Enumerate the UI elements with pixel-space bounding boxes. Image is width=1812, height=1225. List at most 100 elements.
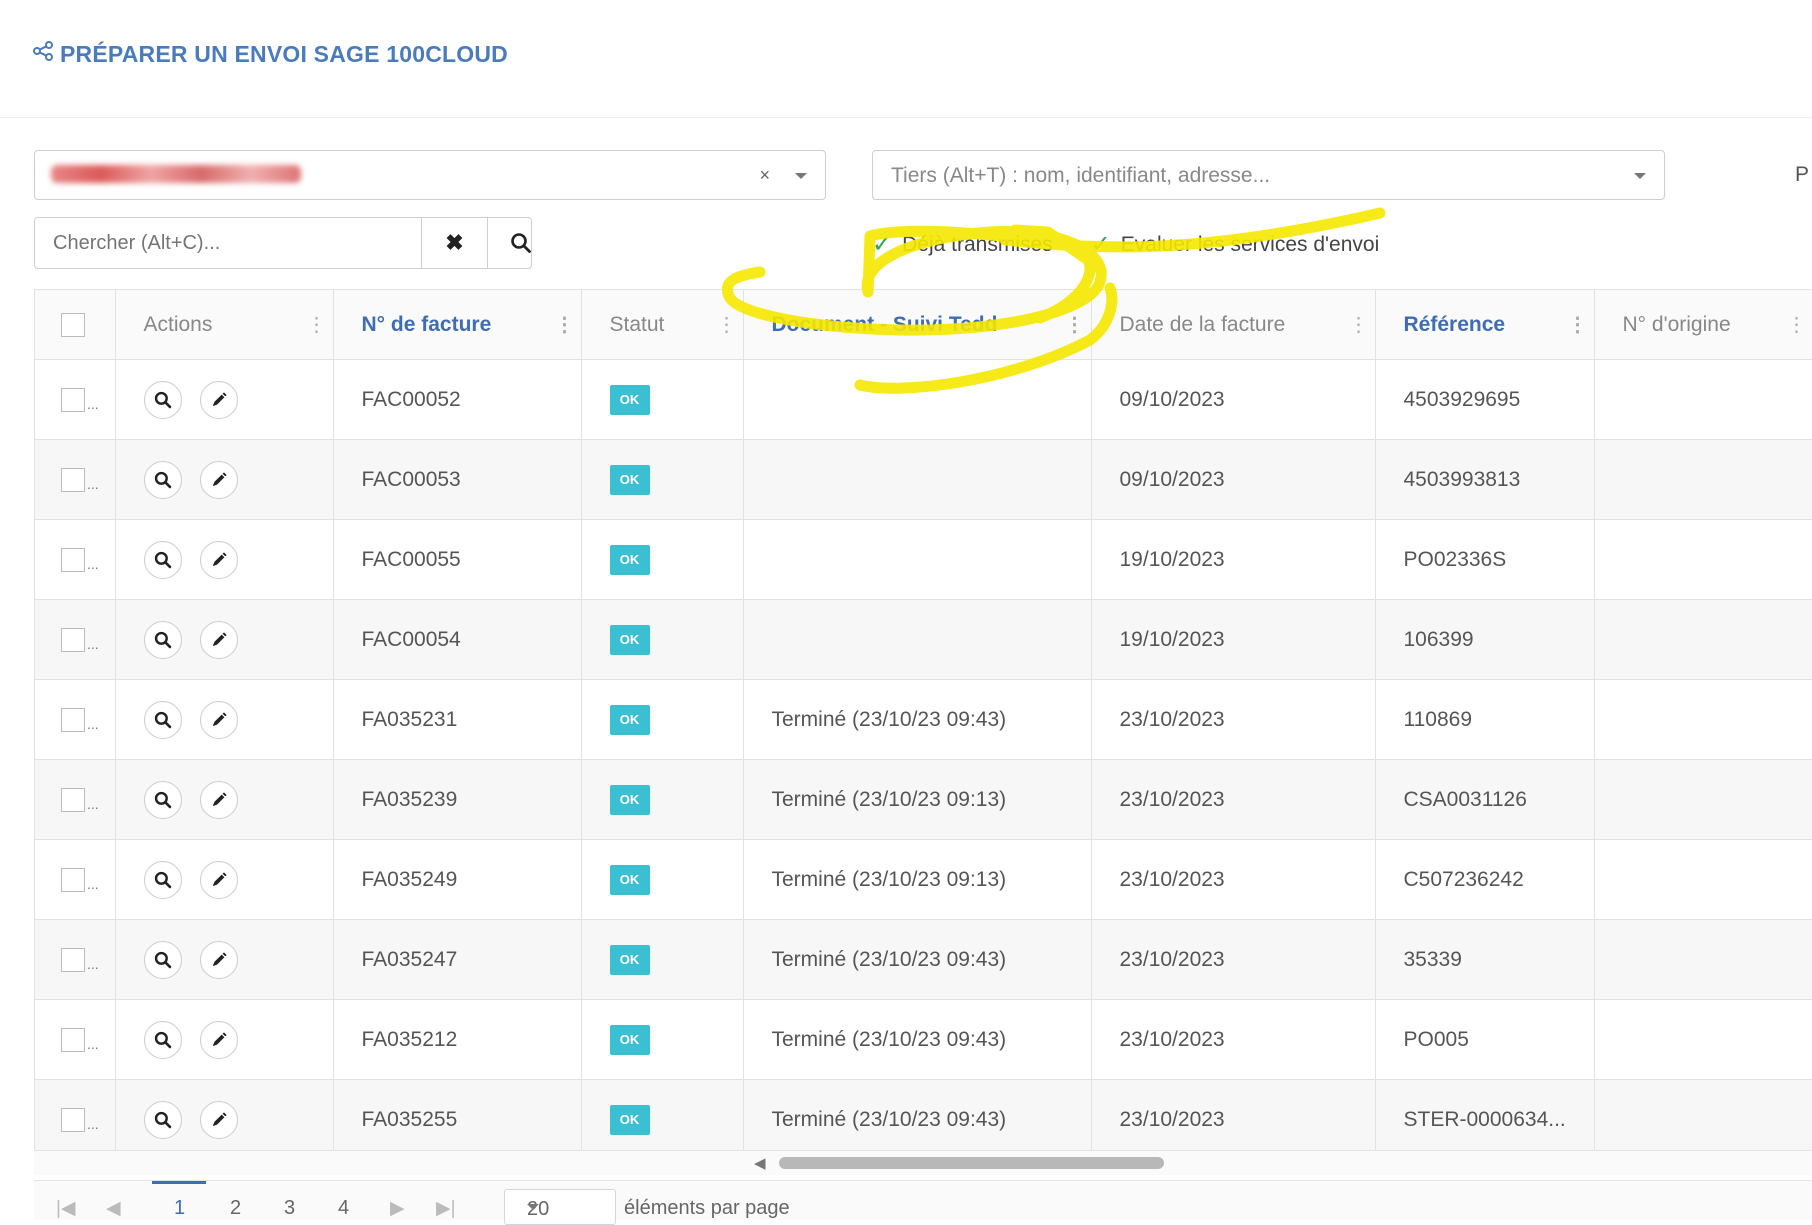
edit-button[interactable] <box>199 1020 238 1059</box>
row-checkbox[interactable] <box>61 1027 85 1052</box>
table-row[interactable]: ... FA035255 OK Terminé (23/10/23 09:43) 23/… <box>35 1079 1812 1150</box>
table-row[interactable]: ... FA035231 OK Terminé (23/10/23 09:43) 23/… <box>35 679 1812 760</box>
row-checkbox[interactable] <box>61 387 85 412</box>
select-all-checkbox[interactable] <box>61 312 85 337</box>
toggle-already-sent[interactable]: ✓ Déjà transmises <box>872 230 1053 259</box>
scroll-left-icon[interactable]: ◀ <box>754 1154 766 1172</box>
row-checkbox[interactable] <box>61 787 85 812</box>
status-badge: OK <box>609 624 650 655</box>
clear-search-button[interactable]: ✖ <box>421 218 487 268</box>
row-select-cell: ... <box>35 1079 116 1150</box>
next-page-icon[interactable]: ▶ <box>390 1197 405 1220</box>
clear-company-button[interactable]: × <box>759 165 770 186</box>
last-page-icon[interactable]: ▶| <box>436 1197 456 1220</box>
table-row[interactable]: ... FAC00053 OK 09/10/2023 4503993813 <box>35 439 1812 520</box>
column-status[interactable]: Statut ⋮ <box>581 290 744 360</box>
view-button[interactable] <box>143 460 182 499</box>
more-icon[interactable]: ... <box>87 476 99 492</box>
column-tracking[interactable]: Document - Suivi Tedd ⋮ <box>743 290 1092 360</box>
more-icon[interactable]: ... <box>87 796 99 812</box>
view-button[interactable] <box>143 380 182 419</box>
search-input[interactable] <box>35 218 421 268</box>
row-actions <box>115 359 334 440</box>
column-menu-icon[interactable]: ⋮ <box>1065 312 1085 337</box>
table-row[interactable]: ... FAC00054 OK 19/10/2023 106399 <box>35 599 1812 680</box>
row-checkbox[interactable] <box>61 1107 85 1132</box>
row-checkbox[interactable] <box>61 467 85 492</box>
cell-status: OK <box>581 679 744 760</box>
row-select-cell: ... <box>35 759 116 840</box>
page-4[interactable]: 4 <box>338 1197 349 1220</box>
cell-date: 23/10/2023 <box>1091 919 1376 1000</box>
edit-button[interactable] <box>199 700 238 739</box>
edit-button[interactable] <box>199 460 238 499</box>
table-row[interactable]: ... FA035249 OK Terminé (23/10/23 09:13) 23/… <box>35 839 1812 920</box>
more-icon[interactable]: ... <box>87 716 99 732</box>
more-icon[interactable]: ... <box>87 876 99 892</box>
edit-button[interactable] <box>199 940 238 979</box>
column-origin[interactable]: N° d'origine ⋮ <box>1594 290 1812 360</box>
edit-button[interactable] <box>199 380 238 419</box>
edit-button[interactable] <box>199 860 238 899</box>
column-reference[interactable]: Référence ⋮ <box>1375 290 1595 360</box>
chevron-down-icon[interactable] <box>1634 173 1646 179</box>
cell-tracking <box>743 359 1092 440</box>
toggle-evaluate-services[interactable]: ✓ Evaluer les services d'envoi <box>1091 230 1380 259</box>
horizontal-scrollbar[interactable]: ◀ <box>34 1151 1812 1175</box>
more-icon[interactable]: ... <box>87 956 99 972</box>
view-button[interactable] <box>143 540 182 579</box>
edit-button[interactable] <box>199 780 238 819</box>
row-checkbox[interactable] <box>61 707 85 732</box>
cell-reference: PO02336S <box>1375 519 1595 600</box>
status-badge: OK <box>609 1104 650 1135</box>
column-date[interactable]: Date de la facture ⋮ <box>1091 290 1376 360</box>
status-badge: OK <box>609 784 650 815</box>
table-row[interactable]: ... FAC00052 OK 09/10/2023 4503929695 <box>35 359 1812 440</box>
table-row[interactable]: ... FA035247 OK Terminé (23/10/23 09:43) 23/… <box>35 919 1812 1000</box>
column-menu-icon[interactable]: ⋮ <box>717 312 737 337</box>
column-menu-icon[interactable]: ⋮ <box>307 312 327 337</box>
row-checkbox[interactable] <box>61 867 85 892</box>
column-invoice-no[interactable]: N° de facture ⋮ <box>333 290 582 360</box>
view-button[interactable] <box>143 780 182 819</box>
view-button[interactable] <box>143 860 182 899</box>
table-row[interactable]: ... FA035239 OK Terminé (23/10/23 09:13) 23/… <box>35 759 1812 840</box>
table-row[interactable]: ... FA035212 OK Terminé (23/10/23 09:43) 23/… <box>35 999 1812 1080</box>
view-button[interactable] <box>143 620 182 659</box>
row-actions <box>115 519 334 600</box>
page-1[interactable]: 1 <box>174 1197 185 1220</box>
more-icon[interactable]: ... <box>87 1116 99 1132</box>
edit-button[interactable] <box>199 1100 238 1139</box>
more-icon[interactable]: ... <box>87 396 99 412</box>
tiers-select[interactable]: Tiers (Alt+T) : nom, identifiant, adress… <box>872 150 1665 200</box>
search-button[interactable] <box>487 218 553 268</box>
page-3[interactable]: 3 <box>284 1197 295 1220</box>
column-menu-icon[interactable]: ⋮ <box>1568 312 1588 337</box>
view-button[interactable] <box>143 940 182 979</box>
page-size-select[interactable]: 20 <box>504 1189 616 1225</box>
pencil-icon <box>210 951 228 969</box>
row-checkbox[interactable] <box>61 627 85 652</box>
row-checkbox[interactable] <box>61 947 85 972</box>
cell-origin <box>1594 519 1812 600</box>
cell-origin <box>1594 439 1812 520</box>
more-icon[interactable]: ... <box>87 636 99 652</box>
first-page-icon[interactable]: |◀ <box>56 1197 76 1220</box>
company-select[interactable]: × <box>34 150 826 200</box>
column-menu-icon[interactable]: ⋮ <box>1787 312 1807 337</box>
chevron-down-icon[interactable] <box>795 173 807 179</box>
page-2[interactable]: 2 <box>230 1197 241 1220</box>
edit-button[interactable] <box>199 620 238 659</box>
view-button[interactable] <box>143 700 182 739</box>
prev-page-icon[interactable]: ◀ <box>106 1197 121 1220</box>
more-icon[interactable]: ... <box>87 556 99 572</box>
row-checkbox[interactable] <box>61 547 85 572</box>
column-menu-icon[interactable]: ⋮ <box>555 312 575 337</box>
column-menu-icon[interactable]: ⋮ <box>1349 312 1369 337</box>
table-row[interactable]: ... FAC00055 OK 19/10/2023 PO02336S <box>35 519 1812 600</box>
scrollbar-thumb[interactable] <box>779 1157 1164 1169</box>
view-button[interactable] <box>143 1100 182 1139</box>
more-icon[interactable]: ... <box>87 1036 99 1052</box>
edit-button[interactable] <box>199 540 238 579</box>
view-button[interactable] <box>143 1020 182 1059</box>
